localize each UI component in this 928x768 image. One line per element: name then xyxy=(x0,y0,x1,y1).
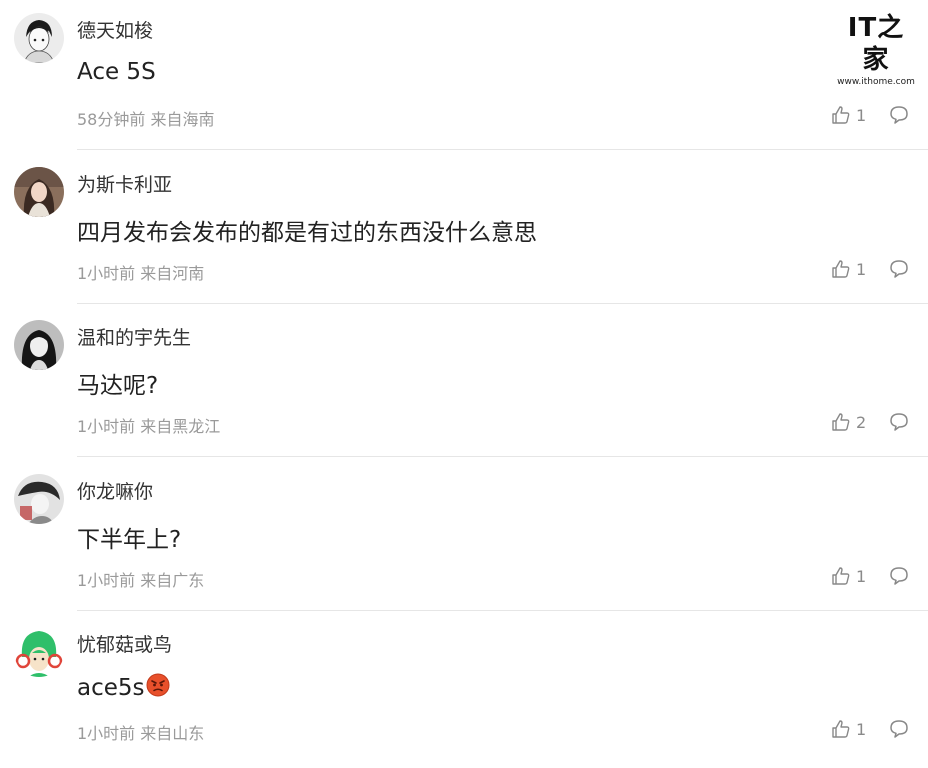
comment-text: 下半年上? xyxy=(77,527,182,553)
username[interactable]: 忧郁菇或鸟 xyxy=(77,630,172,657)
like-button[interactable]: 2 xyxy=(831,411,866,433)
like-count: 2 xyxy=(856,412,867,432)
avatar[interactable] xyxy=(14,320,64,370)
comment-meta: 58分钟前 来自海南 xyxy=(77,110,215,129)
like-button[interactable]: 1 xyxy=(831,565,866,587)
username[interactable]: 德天如梭 xyxy=(77,16,153,43)
comment-item: 德天如梭 Ace 5S 58分钟前 来自海南 1 xyxy=(0,0,928,154)
comment-bubble-icon xyxy=(890,260,908,278)
like-button[interactable]: 1 xyxy=(831,104,866,126)
comment-item: 温和的宇先生 马达呢? 1小时前 来自黑龙江 2 xyxy=(0,307,928,461)
reply-button[interactable] xyxy=(888,411,910,433)
username[interactable]: 你龙嘛你 xyxy=(77,477,153,504)
thumbs-up-icon xyxy=(832,106,850,124)
avatar[interactable] xyxy=(14,167,64,217)
comment-meta: 1小时前 来自黑龙江 xyxy=(77,417,221,436)
thumbs-up-icon xyxy=(832,413,850,431)
comment-meta: 1小时前 来自山东 xyxy=(77,724,205,743)
avatar[interactable] xyxy=(14,13,64,63)
username[interactable]: 温和的宇先生 xyxy=(77,323,191,350)
comment-bubble-icon xyxy=(890,413,908,431)
like-count: 1 xyxy=(856,105,867,125)
avatar[interactable] xyxy=(14,627,64,677)
comment-item: 为斯卡利亚 四月发布会发布的都是有过的东西没什么意思 1小时前 来自河南 1 xyxy=(0,154,928,308)
thumbs-up-icon xyxy=(832,567,850,585)
comment-item: 忧郁菇或鸟 ace5s 1小时前 来自山东 1 xyxy=(0,614,928,768)
divider xyxy=(77,610,928,611)
reply-button[interactable] xyxy=(888,258,910,280)
comment-meta: 1小时前 来自广东 xyxy=(77,571,205,590)
comment-item: 你龙嘛你 下半年上? 1小时前 来自广东 1 xyxy=(0,461,928,615)
comment-text: Ace 5S xyxy=(77,59,156,85)
comment-meta: 1小时前 来自河南 xyxy=(77,264,205,283)
divider xyxy=(77,456,928,457)
comment-bubble-icon xyxy=(890,106,908,124)
like-button[interactable]: 1 xyxy=(831,718,866,740)
divider xyxy=(77,149,928,150)
comment-bubble-icon xyxy=(890,720,908,738)
like-button[interactable]: 1 xyxy=(831,258,866,280)
like-count: 1 xyxy=(856,719,867,739)
thumbs-up-icon xyxy=(832,720,850,738)
angry-face-emoji xyxy=(146,673,170,703)
username[interactable]: 为斯卡利亚 xyxy=(77,170,172,197)
comment-bubble-icon xyxy=(890,567,908,585)
comment-text: ace5s xyxy=(77,673,170,703)
reply-button[interactable] xyxy=(888,104,910,126)
like-count: 1 xyxy=(856,259,867,279)
divider xyxy=(77,303,928,304)
like-count: 1 xyxy=(856,566,867,586)
comment-text-value: ace5s xyxy=(77,675,145,701)
comment-text: 马达呢? xyxy=(77,373,159,399)
reply-button[interactable] xyxy=(888,565,910,587)
avatar[interactable] xyxy=(14,474,64,524)
thumbs-up-icon xyxy=(832,260,850,278)
reply-button[interactable] xyxy=(888,718,910,740)
comment-text: 四月发布会发布的都是有过的东西没什么意思 xyxy=(77,220,537,246)
